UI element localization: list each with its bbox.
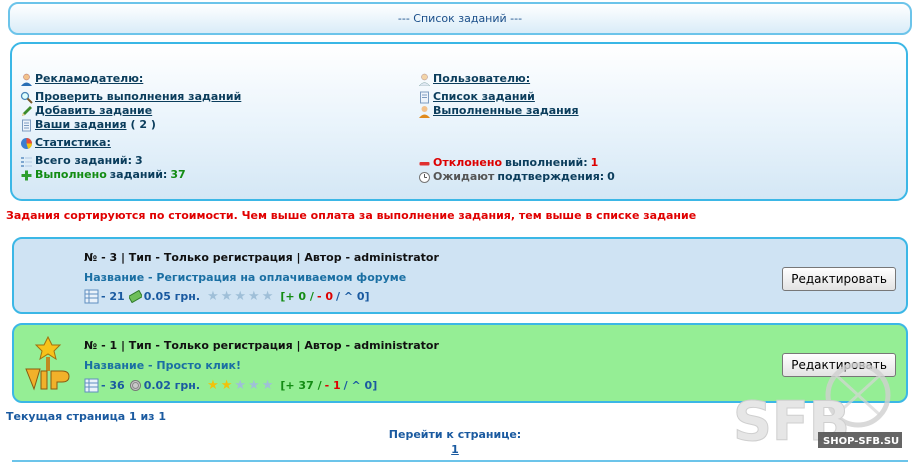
task-meta: - 21 0.05 грн. ★ ★ ★ ★ ★ [+ 0 / - 0 / ^ 0] — [84, 289, 370, 304]
advertiser-icon — [21, 73, 32, 86]
star-icon: ★ — [248, 378, 260, 393]
user-heading-row: Пользователю: — [418, 72, 615, 86]
edit-button[interactable]: Редактировать — [782, 267, 896, 291]
task-stats-up: / ^ 0] — [336, 290, 370, 303]
completed-tasks-link[interactable]: Выполненные задания — [433, 104, 579, 118]
stats-heading-row: Статистика: — [20, 136, 241, 150]
task-list-link[interactable]: Список заданий — [433, 90, 535, 104]
task-header: № - 3 | Тип - Только регистрация | Автор… — [84, 251, 439, 264]
task-name: Название - Регистрация на оплачиваемом ф… — [84, 271, 407, 284]
list-icon — [21, 156, 32, 167]
user-icon — [418, 73, 431, 86]
task-count: - 21 — [101, 290, 125, 303]
pencil-icon — [22, 105, 32, 116]
task-stats-up: / ^ 0] — [343, 379, 378, 392]
user-done-icon — [419, 105, 430, 118]
task-stats-plus: [+ 0 / — [280, 290, 314, 303]
your-tasks-link[interactable]: Ваши задания — [35, 118, 127, 132]
table-icon — [84, 289, 99, 304]
current-page-info: Текущая страница 1 из 1 — [6, 410, 167, 423]
document-icon — [420, 91, 429, 103]
task-price: 0.05 грн. — [143, 290, 201, 303]
stat-waiting-value: 0 — [607, 170, 615, 183]
watermark-small-text: SHOP-SFB.SU — [823, 436, 899, 447]
task-price: 0.02 грн. — [143, 379, 201, 392]
vip-badge-icon — [25, 335, 70, 391]
stat-rejected-word: Отклонено — [433, 156, 503, 169]
task-name: Название - Просто клик! — [84, 359, 242, 372]
minus-icon — [419, 161, 430, 165]
advertiser-heading[interactable]: Рекламодателю: — [35, 72, 143, 86]
task-list-row: Список заданий — [418, 90, 615, 104]
advertiser-column: Рекламодателю: Проверить выполнения зада… — [20, 72, 241, 182]
star-icon: ★ — [234, 289, 247, 304]
your-tasks-count: ( 2 ) — [130, 118, 156, 131]
stats-heading[interactable]: Статистика: — [35, 136, 111, 150]
advertiser-heading-row: Рекламодателю: — [20, 72, 241, 86]
plus-icon — [21, 170, 32, 180]
star-icon: ★ — [261, 289, 274, 304]
money-icon — [128, 290, 142, 303]
stat-rejected-value: 1 — [590, 156, 599, 169]
stat-rejected-label: выполнений: — [505, 156, 588, 169]
stat-done-value: 37 — [170, 168, 186, 181]
pie-chart-icon — [21, 137, 33, 149]
task-card: № - 3 | Тип - Только регистрация | Автор… — [12, 237, 908, 314]
stat-total-value: 3 — [135, 154, 143, 167]
star-icon: ★ — [220, 378, 233, 393]
star-icon: ★ — [248, 289, 260, 304]
star-icon: ★ — [220, 289, 233, 304]
stat-total-row: Всего заданий: 3 — [20, 154, 241, 168]
rating-stars: ★ ★ ★ ★ ★ — [206, 378, 274, 393]
task-stats-plus: [+ 37 / — [280, 379, 322, 392]
stat-done-row: Выполнено заданий: 37 — [20, 168, 241, 182]
stat-done-word: Выполнено — [35, 168, 107, 181]
table-icon — [84, 378, 99, 393]
task-header: № - 1 | Тип - Только регистрация | Автор… — [84, 339, 439, 352]
completed-tasks-row: Выполненные задания — [418, 104, 615, 118]
task-stats-minus: - 0 — [316, 290, 333, 303]
stat-total-label: Всего заданий: — [35, 154, 133, 167]
check-tasks-link[interactable]: Проверить выполнения заданий — [35, 90, 241, 104]
document-icon — [22, 119, 31, 131]
add-task-link[interactable]: Добавить задание — [35, 104, 152, 118]
coin-icon — [129, 380, 141, 391]
add-task-row: Добавить задание — [20, 104, 241, 118]
stat-waiting-word: Ожидают — [433, 170, 495, 183]
info-panel: Рекламодателю: Проверить выполнения зада… — [10, 42, 908, 201]
clock-icon — [419, 171, 430, 183]
check-tasks-row: Проверить выполнения заданий — [20, 90, 241, 104]
task-count: - 36 — [101, 379, 125, 392]
star-icon: ★ — [261, 378, 274, 393]
watermark-logo-icon: SFB SHOP-SFB.SU — [733, 362, 902, 454]
sort-notice: Задания сортируются по стоимости. Чем вы… — [6, 209, 697, 222]
page-link[interactable]: 1 — [451, 443, 459, 456]
stat-waiting-label: подтверждения: — [497, 170, 605, 183]
star-icon: ★ — [207, 289, 219, 304]
user-heading[interactable]: Пользователю: — [433, 72, 530, 86]
stat-done-label: заданий: — [109, 168, 168, 181]
task-stats-minus: - 1 — [324, 379, 341, 392]
star-icon: ★ — [207, 378, 219, 393]
magnifier-icon — [20, 91, 33, 104]
star-icon: ★ — [234, 378, 247, 393]
page-header: --- Список заданий --- — [8, 2, 912, 35]
stat-waiting-row: Ожидают подтверждения: 0 — [418, 170, 615, 184]
rating-stars: ★ ★ ★ ★ ★ — [206, 289, 274, 304]
stat-rejected-row: Отклонено выполнений: 1 — [418, 156, 615, 170]
user-column: Пользователю: Список заданий Выполненные… — [418, 72, 615, 184]
page-title: --- Список заданий --- — [397, 12, 523, 25]
task-meta: - 36 0.02 грн. ★ ★ ★ ★ ★ [+ 37 / - 1 / ^ 0] — [84, 378, 377, 393]
your-tasks-row: Ваши задания ( 2 ) — [20, 118, 241, 132]
